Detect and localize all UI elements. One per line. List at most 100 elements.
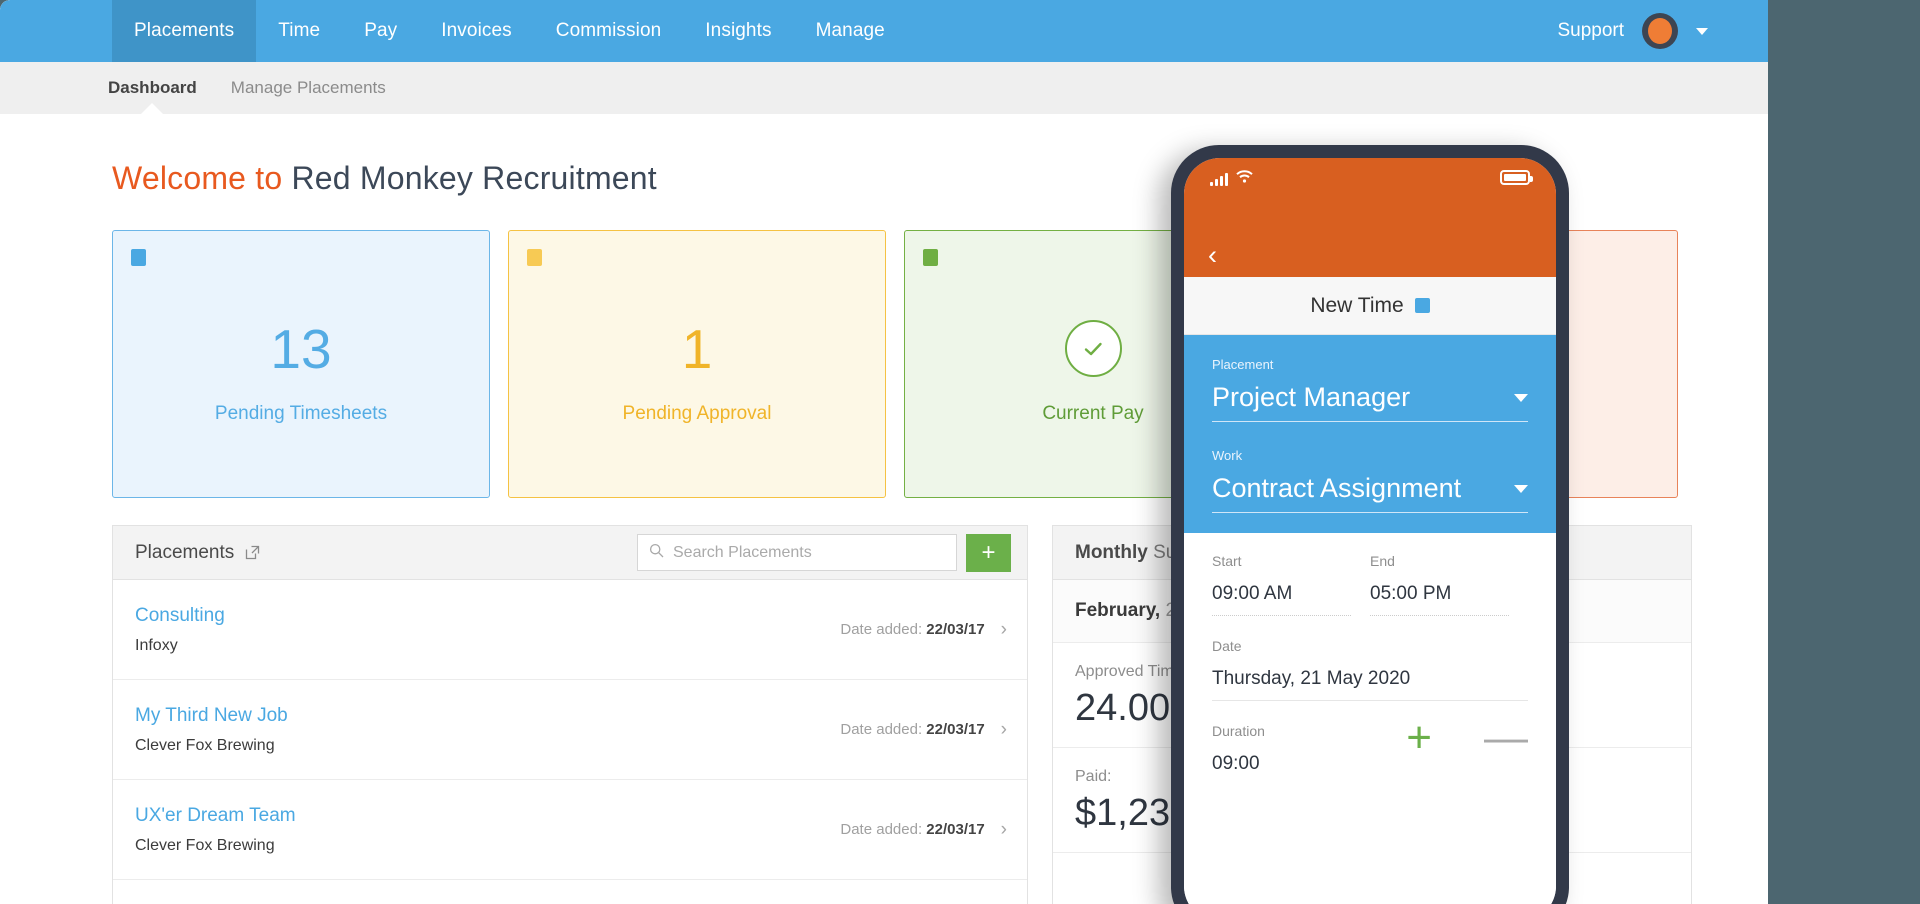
chevron-down-icon[interactable] bbox=[1514, 485, 1528, 493]
stat-card-label: Pending Timesheets bbox=[215, 403, 387, 425]
phone-status-bar bbox=[1184, 158, 1556, 233]
placement-meta: Date added: 22/03/17 › bbox=[840, 819, 1007, 841]
placement-company: Clever Fox Brewing bbox=[135, 837, 296, 855]
phone-field-label: Placement bbox=[1212, 357, 1528, 372]
phone-duration-label: Duration bbox=[1212, 723, 1406, 739]
placement-date: Date added: 22/03/17 bbox=[840, 621, 984, 638]
phone-end-label: End bbox=[1370, 553, 1528, 569]
add-placement-button[interactable]: + bbox=[966, 534, 1011, 572]
nav-item-insights[interactable]: Insights bbox=[683, 0, 793, 62]
phone-start-label: Start bbox=[1212, 553, 1370, 569]
duration-increase-button[interactable]: + bbox=[1406, 723, 1432, 754]
placement-meta: Date added: 22/03/17 › bbox=[840, 619, 1007, 641]
phone-select-value: Contract Assignment bbox=[1212, 473, 1514, 504]
subnav-item-manage-placements[interactable]: Manage Placements bbox=[231, 78, 386, 98]
duration-decrease-button[interactable]: — bbox=[1484, 723, 1528, 754]
phone-start-field[interactable]: Start 09:00 AM bbox=[1212, 553, 1370, 616]
chevron-right-icon[interactable]: › bbox=[1001, 719, 1007, 741]
placements-panel-title: Placements bbox=[135, 542, 234, 564]
phone-title-bar: New Time bbox=[1184, 277, 1556, 335]
avatar[interactable] bbox=[1642, 13, 1678, 49]
stat-card-pending-timesheets[interactable]: 13 Pending Timesheets bbox=[112, 230, 490, 498]
stat-card-value: 13 bbox=[270, 322, 331, 377]
phone-selects-section: Placement Project Manager Work Contract … bbox=[1184, 335, 1556, 533]
placement-date: Date added: 22/03/17 bbox=[840, 821, 984, 838]
card-chip-icon bbox=[923, 249, 938, 266]
phone-field-placement[interactable]: Placement Project Manager bbox=[1212, 357, 1528, 422]
phone-date-field[interactable]: Date Thursday, 21 May 2020 bbox=[1212, 638, 1528, 701]
stat-card-label: Pending Approval bbox=[623, 403, 772, 425]
stat-card-label: Current Pay bbox=[1042, 403, 1143, 425]
top-navigation: Placements Time Pay Invoices Commission … bbox=[0, 0, 1768, 62]
nav-item-insights-label: Insights bbox=[705, 20, 771, 42]
chevron-right-icon[interactable]: › bbox=[1001, 819, 1007, 841]
phone-date-label: Date bbox=[1212, 638, 1528, 654]
placement-title[interactable]: My Third New Job bbox=[135, 705, 288, 727]
phone-mockup: ‹ New Time Placement Project Manager Wor… bbox=[1171, 145, 1569, 904]
nav-right-group: Support bbox=[1557, 0, 1768, 62]
phone-end-value: 05:00 PM bbox=[1370, 583, 1528, 615]
phone-start-value: 09:00 AM bbox=[1212, 583, 1370, 615]
search-icon bbox=[649, 543, 664, 563]
search-box[interactable] bbox=[637, 534, 957, 571]
table-row[interactable]: Consulting Infoxy Date added: 22/03/17 › bbox=[113, 580, 1027, 680]
search-input[interactable] bbox=[673, 544, 945, 562]
phone-end-field[interactable]: End 05:00 PM bbox=[1370, 553, 1528, 616]
phone-form-section: Start 09:00 AM End 05:00 PM Date Thursda… bbox=[1184, 533, 1556, 904]
phone-field-work[interactable]: Work Contract Assignment bbox=[1212, 448, 1528, 513]
avatar-image bbox=[1648, 18, 1672, 44]
back-chevron-icon[interactable]: ‹ bbox=[1208, 242, 1217, 269]
chevron-right-icon[interactable]: › bbox=[1001, 619, 1007, 641]
card-chip-icon bbox=[131, 249, 146, 266]
nav-item-commission-label: Commission bbox=[556, 20, 662, 42]
stat-card-value: 1 bbox=[682, 322, 713, 377]
welcome-company: Red Monkey Recruitment bbox=[291, 160, 656, 196]
stat-card-pending-approval[interactable]: 1 Pending Approval bbox=[508, 230, 886, 498]
summary-month: February, bbox=[1075, 600, 1160, 621]
check-circle-icon bbox=[1065, 320, 1122, 377]
placement-title[interactable]: Consulting bbox=[135, 605, 225, 627]
placement-info: Consulting Infoxy bbox=[135, 605, 225, 655]
field-underline bbox=[1212, 700, 1528, 701]
table-row[interactable]: My Third New Job Clever Fox Brewing Date… bbox=[113, 680, 1027, 780]
nav-item-pay-label: Pay bbox=[364, 20, 397, 42]
support-link[interactable]: Support bbox=[1557, 20, 1624, 42]
phone-field-label: Work bbox=[1212, 448, 1528, 463]
phone-select[interactable]: Project Manager bbox=[1212, 382, 1528, 422]
search-group: + bbox=[637, 534, 1011, 572]
placements-panel: Placements bbox=[112, 525, 1028, 904]
phone-duration-value: 09:00 bbox=[1212, 753, 1406, 785]
sub-navigation: Dashboard Manage Placements bbox=[0, 62, 1768, 114]
nav-item-pay[interactable]: Pay bbox=[342, 0, 419, 62]
nav-item-commission[interactable]: Commission bbox=[534, 0, 684, 62]
external-link-icon[interactable] bbox=[244, 544, 261, 561]
placements-panel-header: Placements bbox=[113, 526, 1027, 580]
phone-duration-field: Duration 09:00 bbox=[1212, 723, 1406, 785]
nav-item-placements[interactable]: Placements bbox=[112, 0, 256, 62]
battery-icon bbox=[1500, 170, 1530, 185]
table-row[interactable]: UX'er Dream Team Clever Fox Brewing Date… bbox=[113, 780, 1027, 880]
active-tab-pointer bbox=[140, 103, 164, 115]
nav-left-spacer bbox=[0, 0, 112, 62]
summary-value: 24.00 bbox=[1075, 687, 1170, 729]
chevron-down-icon[interactable] bbox=[1514, 394, 1528, 402]
summary-title-bold: Monthly bbox=[1075, 542, 1148, 563]
table-row[interactable] bbox=[113, 880, 1027, 904]
card-chip-icon bbox=[527, 249, 542, 266]
nav-item-time[interactable]: Time bbox=[256, 0, 342, 62]
nav-item-manage-label: Manage bbox=[816, 20, 885, 42]
subnav-item-dashboard[interactable]: Dashboard bbox=[108, 78, 197, 98]
phone-select[interactable]: Contract Assignment bbox=[1212, 473, 1528, 513]
placement-date: Date added: 22/03/17 bbox=[840, 721, 984, 738]
welcome-prefix: Welcome to bbox=[112, 160, 282, 196]
nav-item-invoices[interactable]: Invoices bbox=[419, 0, 534, 62]
nav-item-manage[interactable]: Manage bbox=[794, 0, 907, 62]
phone-screen: ‹ New Time Placement Project Manager Wor… bbox=[1184, 158, 1556, 904]
wifi-icon bbox=[1236, 170, 1253, 188]
phone-duration-row: Duration 09:00 + — bbox=[1212, 723, 1528, 785]
placement-info: UX'er Dream Team Clever Fox Brewing bbox=[135, 805, 296, 855]
field-underline bbox=[1212, 615, 1351, 616]
nav-item-invoices-label: Invoices bbox=[441, 20, 512, 42]
chevron-down-icon[interactable] bbox=[1696, 28, 1708, 35]
placement-title[interactable]: UX'er Dream Team bbox=[135, 805, 296, 827]
